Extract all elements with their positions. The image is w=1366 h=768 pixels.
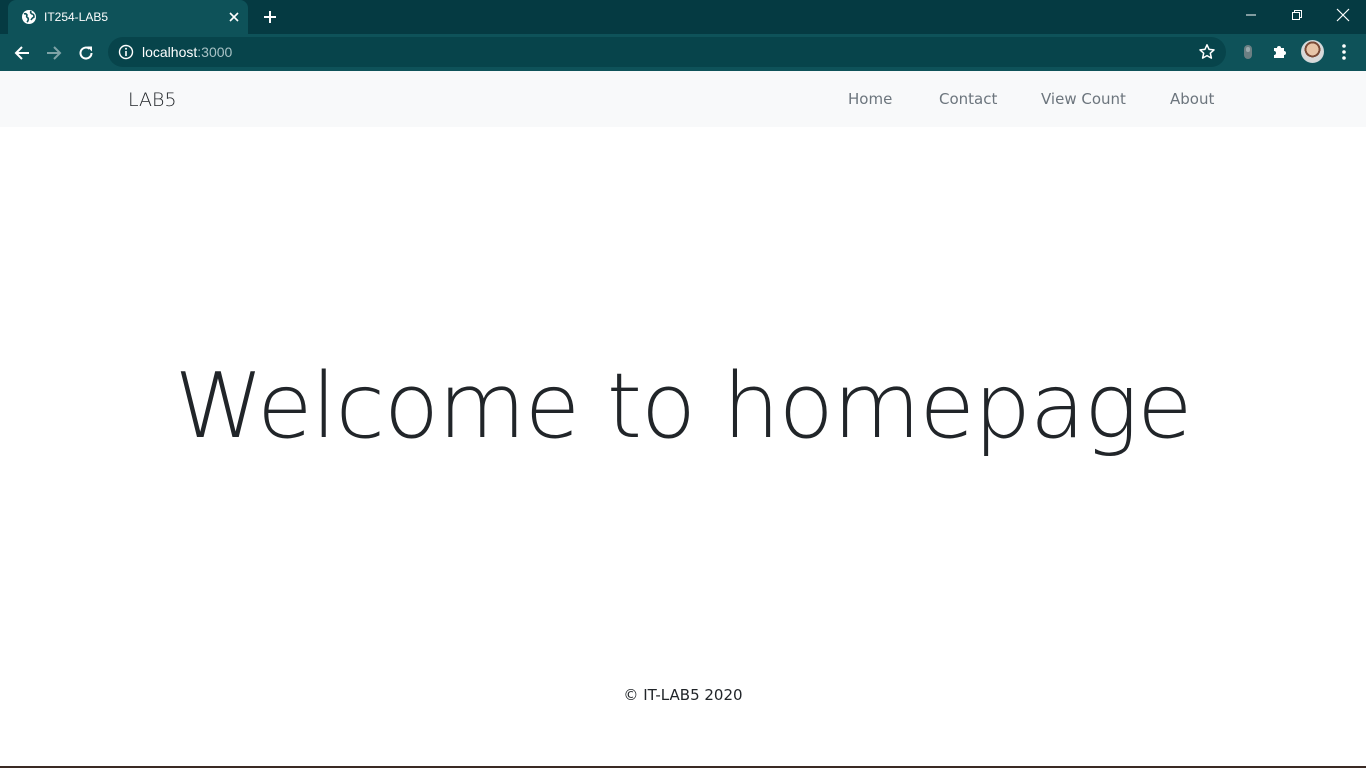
globe-icon (22, 10, 36, 24)
address-bar[interactable]: localhost:3000 (108, 37, 1226, 67)
url-text[interactable]: localhost:3000 (142, 44, 232, 60)
more-vertical-icon (1342, 44, 1346, 60)
info-icon[interactable] (118, 44, 134, 60)
nav-link-contact[interactable]: Contact (939, 90, 997, 108)
page-footer: © IT-LAB5 2020 (0, 686, 1366, 704)
profile-avatar[interactable] (1301, 40, 1324, 63)
star-icon[interactable] (1198, 43, 1216, 61)
site-navbar: LAB5 Home Contact View Count About (0, 71, 1366, 127)
reload-button[interactable] (73, 40, 99, 66)
browser-titlebar: IT254-LAB5 (0, 0, 1366, 34)
extension-icon[interactable] (1238, 42, 1258, 62)
window-close-button[interactable] (1320, 0, 1366, 30)
forward-button[interactable] (41, 40, 67, 66)
browser-toolbar: localhost:3000 (0, 34, 1366, 71)
new-tab-icon[interactable] (260, 7, 280, 27)
nav-link-home[interactable]: Home (848, 90, 892, 108)
navbar-brand[interactable]: LAB5 (128, 89, 177, 111)
puzzle-icon (1274, 46, 1286, 58)
close-icon[interactable] (226, 9, 242, 25)
reload-icon (79, 46, 93, 60)
back-button[interactable] (9, 40, 35, 66)
extensions-button[interactable] (1270, 42, 1290, 62)
restore-icon (1292, 10, 1302, 20)
tab-title: IT254-LAB5 (44, 10, 109, 24)
minimize-button[interactable] (1228, 0, 1274, 30)
extension-badge-icon (1244, 45, 1252, 59)
url-host: localhost (142, 44, 198, 60)
window-close-icon (1336, 8, 1350, 22)
arrow-right-icon (47, 46, 62, 60)
nav-link-view-count[interactable]: View Count (1041, 90, 1126, 108)
restore-button[interactable] (1274, 0, 1320, 30)
arrow-left-icon (14, 46, 29, 60)
minimize-icon (1246, 14, 1256, 16)
browser-menu-button[interactable] (1334, 42, 1354, 62)
browser-tab[interactable]: IT254-LAB5 (8, 0, 248, 34)
page-heading: Welcome to homepage (174, 354, 1192, 459)
nav-link-about[interactable]: About (1170, 90, 1214, 108)
url-port: :3000 (197, 44, 233, 60)
footer-text: © IT-LAB5 2020 (623, 686, 743, 704)
